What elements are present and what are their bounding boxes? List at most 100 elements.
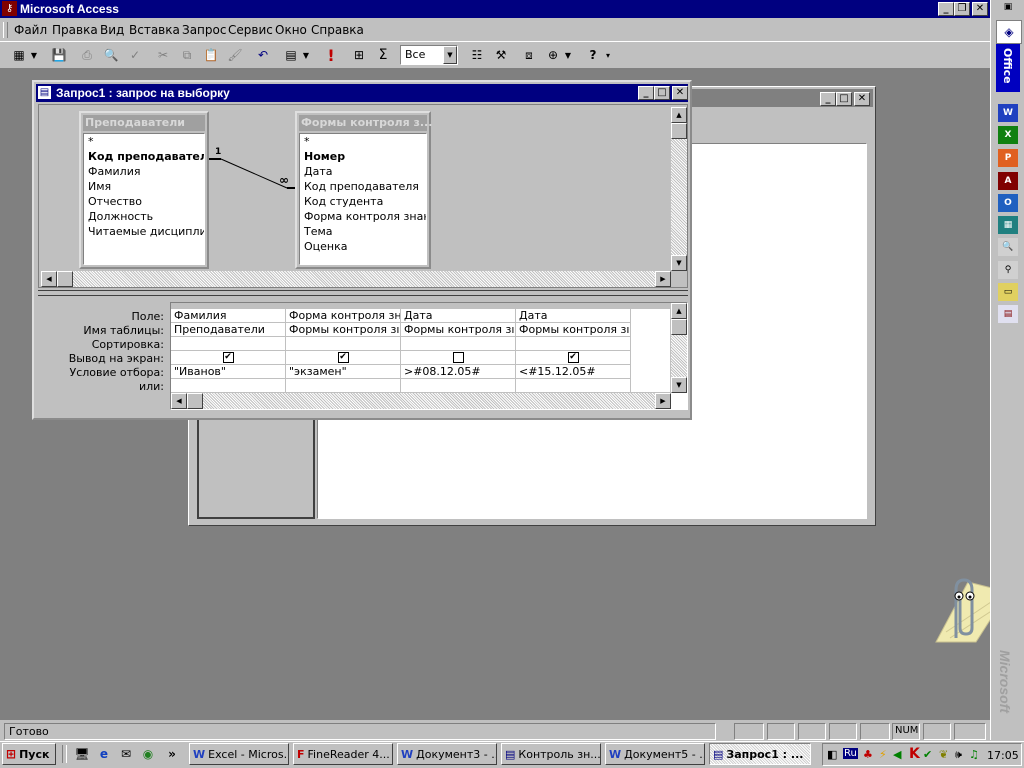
query-type-dropdown-icon[interactable]: ▼: [300, 44, 312, 66]
scroll-left-icon[interactable]: ◀: [41, 271, 57, 287]
db-maximize-button[interactable]: □: [836, 92, 852, 106]
scroll-right-icon[interactable]: ▶: [655, 271, 671, 287]
undo-icon[interactable]: ↶: [252, 44, 274, 66]
grid-field-cell[interactable]: Фамилия: [171, 309, 286, 323]
find-icon[interactable]: 🔍: [998, 238, 1018, 256]
field-forms-topic[interactable]: Тема: [300, 224, 426, 239]
grid-hscroll-thumb[interactable]: [187, 393, 203, 409]
grid-show-cell[interactable]: [401, 351, 516, 365]
field-forms-all[interactable]: *: [300, 134, 426, 149]
new-object-icon[interactable]: ⊕: [542, 44, 564, 66]
grid-table-cell[interactable]: Формы контроля зı: [516, 323, 631, 337]
field-teachers-disciplines[interactable]: Читаемые дисциплины: [84, 224, 204, 239]
totals-icon[interactable]: Σ: [372, 44, 394, 66]
calculator-icon[interactable]: ▦: [998, 216, 1018, 234]
cut-icon[interactable]: ✂: [152, 44, 174, 66]
grid-scroll-right-icon[interactable]: ▶: [655, 393, 671, 409]
new-object-dropdown-icon[interactable]: ▼: [562, 44, 574, 66]
field-forms-date[interactable]: Дата: [300, 164, 426, 179]
properties-icon[interactable]: ☷: [466, 44, 488, 66]
relationship-line[interactable]: [209, 145, 299, 195]
task-excel[interactable]: W Excel - Micros...: [189, 743, 289, 765]
clock[interactable]: 17:05: [987, 749, 1019, 762]
grid-or-cell[interactable]: [401, 379, 516, 393]
word-icon[interactable]: W: [998, 104, 1018, 122]
grid-table-cell[interactable]: Формы контроля зı: [286, 323, 401, 337]
restore-button[interactable]: ❐: [954, 2, 970, 16]
grid-or-cell[interactable]: [516, 379, 631, 393]
show-desktop-icon[interactable]: 🖥: [72, 744, 92, 764]
top-values-combo[interactable]: Все ▼: [400, 45, 458, 65]
save-icon[interactable]: 💾: [48, 44, 70, 66]
scroll-down-icon[interactable]: ▼: [671, 255, 687, 271]
build-icon[interactable]: ⚒: [490, 44, 512, 66]
menu-file[interactable]: Файл: [14, 23, 47, 37]
outlook-express-icon[interactable]: ✉: [116, 744, 136, 764]
grid-or-cell[interactable]: [286, 379, 401, 393]
task-control[interactable]: ▤ Контроль зн...: [501, 743, 601, 765]
grid-show-cell[interactable]: ✔: [286, 351, 401, 365]
paste-icon[interactable]: 📋: [200, 44, 222, 66]
grid-field-cell[interactable]: Дата: [516, 309, 631, 323]
tray-app-icon[interactable]: ◧: [827, 748, 837, 761]
grid-table-cell[interactable]: Преподаватели: [171, 323, 286, 337]
view-dropdown-icon[interactable]: ▼: [28, 44, 40, 66]
field-forms-teacher-id[interactable]: Код преподавателя: [300, 179, 426, 194]
tray-check-icon[interactable]: ✔: [923, 748, 932, 761]
minimize-button[interactable]: _: [938, 2, 954, 16]
field-teachers-patronymic[interactable]: Отчество: [84, 194, 204, 209]
task-document3[interactable]: W Документ3 - ...: [397, 743, 497, 765]
spelling-icon[interactable]: ✓: [124, 44, 146, 66]
outlook-icon[interactable]: O: [998, 194, 1018, 212]
help-icon[interactable]: ?: [582, 44, 604, 66]
close-button[interactable]: ✕: [972, 2, 988, 16]
channels-icon[interactable]: ◉: [138, 744, 158, 764]
grid-criteria-cell[interactable]: "экзамен": [286, 365, 401, 379]
field-teachers-name[interactable]: Имя: [84, 179, 204, 194]
table-pane-hscroll[interactable]: ◀ ▶: [41, 271, 671, 287]
grid-criteria-cell[interactable]: <#15.12.05#: [516, 365, 631, 379]
combo-dropdown-icon[interactable]: ▼: [443, 46, 457, 64]
table-pane-vscroll[interactable]: ▲ ▼: [671, 107, 687, 271]
field-teachers-surname[interactable]: Фамилия: [84, 164, 204, 179]
menu-edit[interactable]: Правка: [52, 23, 98, 37]
view-icon[interactable]: ▦: [8, 44, 30, 66]
internet-explorer-icon[interactable]: e: [94, 744, 114, 764]
show-checkbox-unchecked[interactable]: [452, 352, 464, 363]
run-icon[interactable]: !: [320, 44, 342, 66]
grid-scroll-down-icon[interactable]: ▼: [671, 377, 687, 393]
print-icon[interactable]: ⎙: [76, 44, 98, 66]
menu-tools[interactable]: Сервис: [228, 23, 273, 37]
start-button[interactable]: ⊞ Пуск: [2, 743, 56, 765]
tray-tool-icon[interactable]: ♣: [863, 748, 873, 761]
task-document5[interactable]: W Документ5 - ...: [605, 743, 705, 765]
show-table-icon[interactable]: ⊞: [348, 44, 370, 66]
menu-help[interactable]: Справка: [311, 23, 364, 37]
grid-empty-cell[interactable]: [631, 309, 671, 393]
field-forms-control-form[interactable]: Форма контроля знаний: [300, 209, 426, 224]
pane-splitter[interactable]: [38, 290, 688, 296]
tray-lightning-icon[interactable]: ⚡: [879, 748, 887, 761]
query-close-button[interactable]: ✕: [672, 86, 688, 100]
tray-sound-icon[interactable]: ♫: [969, 748, 979, 761]
show-checkbox-checked[interactable]: ✔: [567, 352, 579, 363]
print-preview-icon[interactable]: 🔍: [100, 44, 122, 66]
query-type-icon[interactable]: ▤: [280, 44, 302, 66]
task-query1-active[interactable]: ▤ Запрос1 : ...: [709, 743, 811, 765]
grid-vscroll[interactable]: ▲ ▼: [671, 303, 687, 393]
grid-scroll-up-icon[interactable]: ▲: [671, 303, 687, 319]
grid-show-cell[interactable]: ✔: [171, 351, 286, 365]
db-minimize-button[interactable]: _: [820, 92, 836, 106]
tray-bubble-icon[interactable]: ❦: [939, 748, 948, 761]
hscroll-thumb[interactable]: [57, 271, 73, 287]
task-finereader[interactable]: F FineReader 4...: [293, 743, 393, 765]
copy-icon[interactable]: ⧉: [176, 44, 198, 66]
access-app-icon[interactable]: ⚷: [2, 1, 17, 16]
excel-icon[interactable]: X: [998, 126, 1018, 144]
grid-show-cell[interactable]: ✔: [516, 351, 631, 365]
network-icon[interactable]: ⚲: [998, 261, 1018, 279]
menu-view[interactable]: Вид: [100, 23, 124, 37]
table-list-control-forms[interactable]: Формы контроля з... * Номер Дата Код пре…: [295, 111, 432, 269]
database-window-icon[interactable]: ⧈: [518, 44, 540, 66]
grid-or-cell[interactable]: [171, 379, 286, 393]
